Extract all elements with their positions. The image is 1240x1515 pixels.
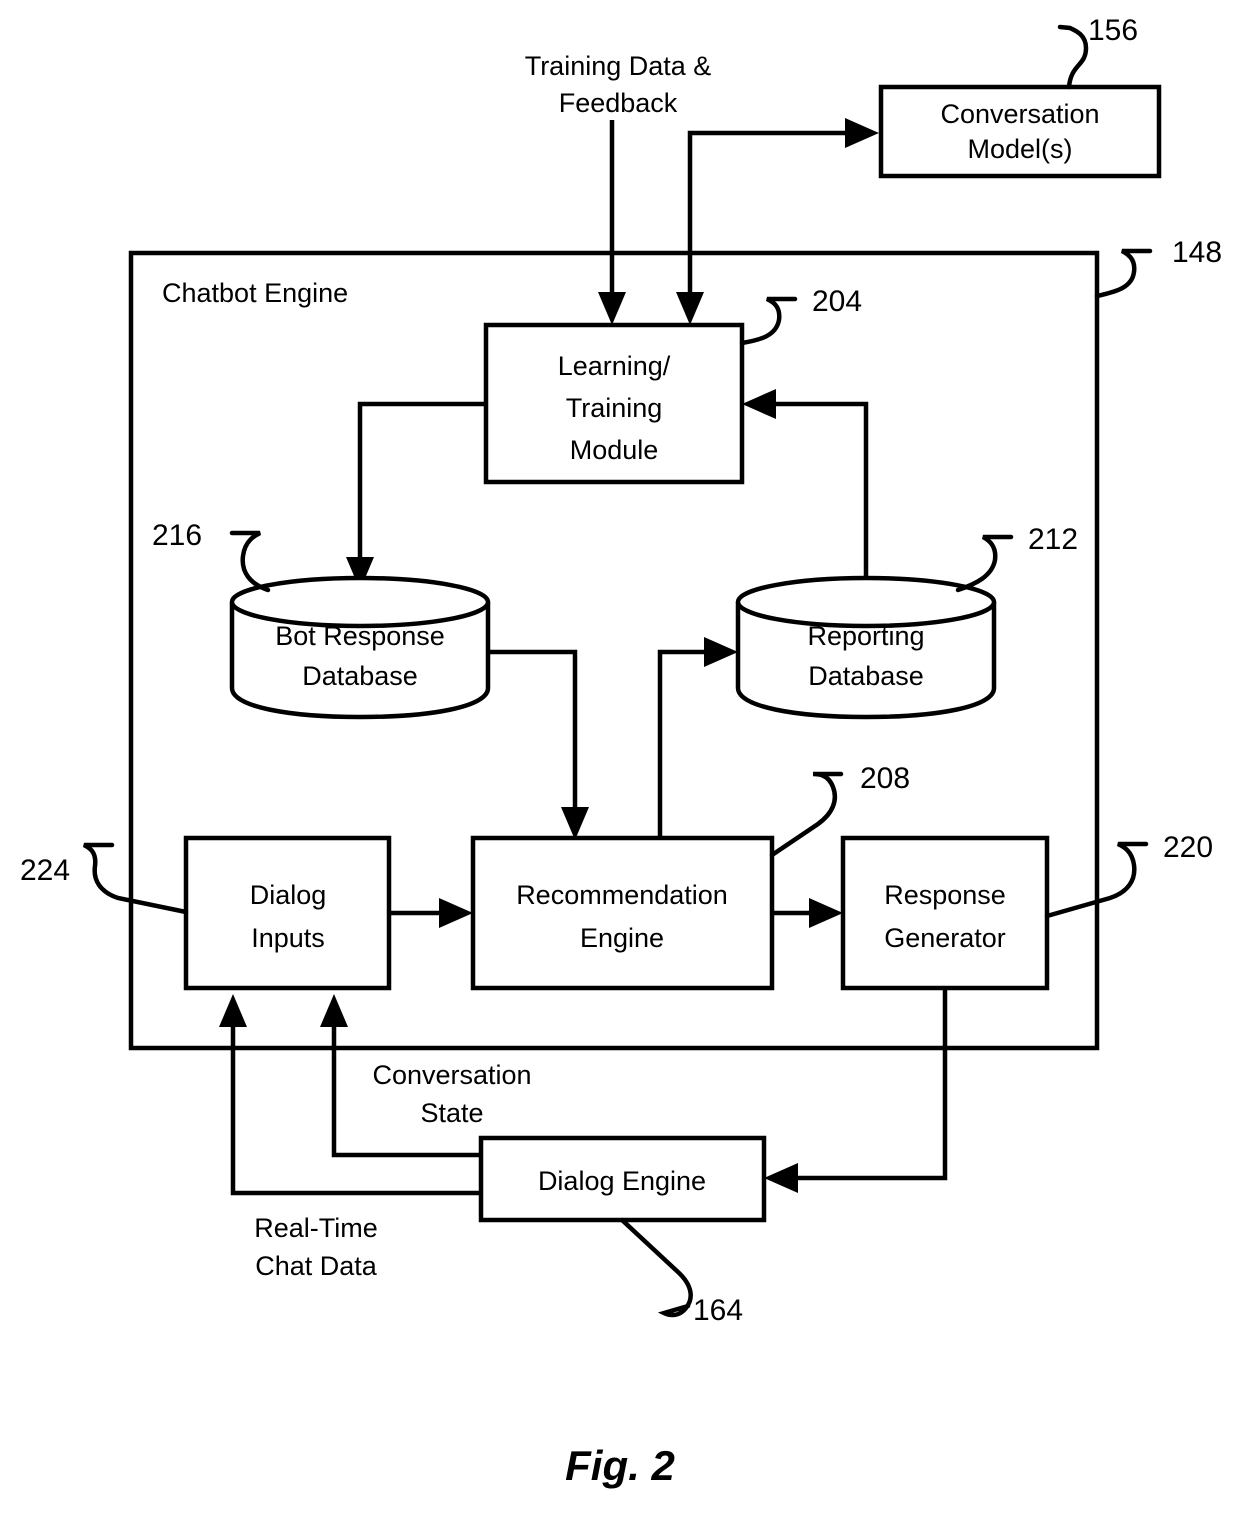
node-reporting-database[interactable]: Reporting Database <box>735 575 997 720</box>
recommendation-engine-box[interactable] <box>470 835 775 991</box>
arrow-up-real-time-chat-data <box>219 994 247 1027</box>
response-generator-label-line1: Response <box>884 880 1006 910</box>
ref-leader-148: 148 <box>1094 236 1222 299</box>
node-conversation-models[interactable]: Conversation Model(s) <box>878 84 1162 179</box>
ref-number-164: 164 <box>693 1294 743 1327</box>
dialog-inputs-box[interactable] <box>183 835 392 991</box>
connector-bot-response-db-to-recommendation <box>488 649 589 840</box>
ref-number-212: 212 <box>1028 523 1078 556</box>
arrow-right-to-conversation-model <box>845 118 879 148</box>
flow-label-conversation-state: Conversation State <box>372 1060 531 1128</box>
connector-response-generator-to-dialog-engine <box>764 988 948 1193</box>
arrow-down-to-recommendation-engine <box>561 807 589 840</box>
training-data-feedback-line2: Feedback <box>559 88 678 118</box>
recommendation-engine-label-line1: Recommendation <box>516 880 728 910</box>
connector-recommendation-to-reporting-db <box>657 637 738 840</box>
ref-leader-156: 156 <box>1057 14 1138 90</box>
training-data-feedback-line1: Training Data & <box>525 51 712 81</box>
connector-dialog-inputs-to-recommendation <box>389 898 473 928</box>
ref-number-220: 220 <box>1163 831 1213 864</box>
bot-response-database-label-line1: Bot Response <box>275 621 445 651</box>
dialog-inputs-label-line2: Inputs <box>251 923 325 953</box>
flow-label-training-data-feedback: Training Data & Feedback <box>525 51 712 118</box>
ref-leader-204: 204 <box>739 285 862 346</box>
real-time-chat-data-line1: Real-Time <box>254 1213 378 1243</box>
arrow-down-to-learning-module-left <box>598 292 626 325</box>
node-recommendation-engine[interactable]: Recommendation Engine <box>470 835 775 991</box>
ref-number-208: 208 <box>860 762 910 795</box>
connector-training-to-learning-left <box>598 120 626 325</box>
ref-number-156: 156 <box>1088 14 1138 47</box>
learning-training-module-label-line2: Training <box>566 393 663 423</box>
reporting-database-label-line1: Reporting <box>807 621 924 651</box>
connector-learning-to-bot-response-db <box>346 401 486 590</box>
patent-figure-2: Training Data & Feedback Conversation Mo… <box>0 0 1240 1510</box>
response-generator-box[interactable] <box>840 835 1050 991</box>
conversation-models-label-line1: Conversation <box>940 99 1099 129</box>
arrow-right-to-response-generator <box>809 898 843 928</box>
real-time-chat-data-line2: Chat Data <box>255 1251 378 1281</box>
dialog-inputs-label-line1: Dialog <box>250 880 327 910</box>
learning-training-module-label-line3: Module <box>570 435 659 465</box>
arrow-left-to-learning-module <box>742 389 776 419</box>
dialog-engine-label: Dialog Engine <box>538 1166 706 1196</box>
ref-number-224: 224 <box>20 854 70 887</box>
node-response-generator[interactable]: Response Generator <box>840 835 1050 991</box>
arrow-right-to-recommendation-engine <box>439 898 473 928</box>
ref-leader-212: 212 <box>955 523 1078 593</box>
conversation-models-label-line2: Model(s) <box>967 134 1072 164</box>
arrow-down-to-learning-module-right <box>676 292 704 325</box>
arrow-up-conversation-state <box>320 994 348 1027</box>
ref-leader-224: 224 <box>20 842 189 915</box>
conversation-state-line2: State <box>420 1098 483 1128</box>
node-learning-training-module[interactable]: Learning/ Training Module <box>483 322 745 485</box>
figure-caption: Fig. 2 <box>565 1442 675 1489</box>
reporting-database-top <box>735 575 997 629</box>
arrow-left-to-dialog-engine <box>764 1163 798 1193</box>
connector-recommendation-to-response-generator <box>772 898 843 928</box>
bot-response-database-top <box>229 575 491 629</box>
recommendation-engine-label-line2: Engine <box>580 923 664 953</box>
connector-reporting-db-to-learning <box>742 389 869 592</box>
response-generator-label-line2: Generator <box>884 923 1006 953</box>
chatbot-engine-label: Chatbot Engine <box>162 278 348 308</box>
ref-number-204: 204 <box>812 285 862 318</box>
reporting-database-label-line2: Database <box>808 661 924 691</box>
bot-response-database-label-line2: Database <box>302 661 418 691</box>
ref-leader-216: 216 <box>152 519 271 593</box>
learning-training-module-label-line1: Learning/ <box>558 351 671 381</box>
ref-leader-164: 164 <box>619 1217 743 1327</box>
node-bot-response-database[interactable]: Bot Response Database <box>229 575 491 720</box>
node-dialog-engine[interactable]: Dialog Engine <box>478 1135 767 1223</box>
ref-number-148: 148 <box>1172 236 1222 269</box>
arrow-right-to-reporting-db <box>704 637 738 667</box>
ref-number-216: 216 <box>152 519 202 552</box>
connector-real-time-chat-data-to-dialog-inputs <box>219 994 481 1196</box>
conversation-state-line1: Conversation <box>372 1060 531 1090</box>
flow-label-real-time-chat-data: Real-Time Chat Data <box>254 1213 378 1281</box>
node-dialog-inputs[interactable]: Dialog Inputs <box>183 835 392 991</box>
ref-leader-220: 220 <box>1044 831 1213 919</box>
